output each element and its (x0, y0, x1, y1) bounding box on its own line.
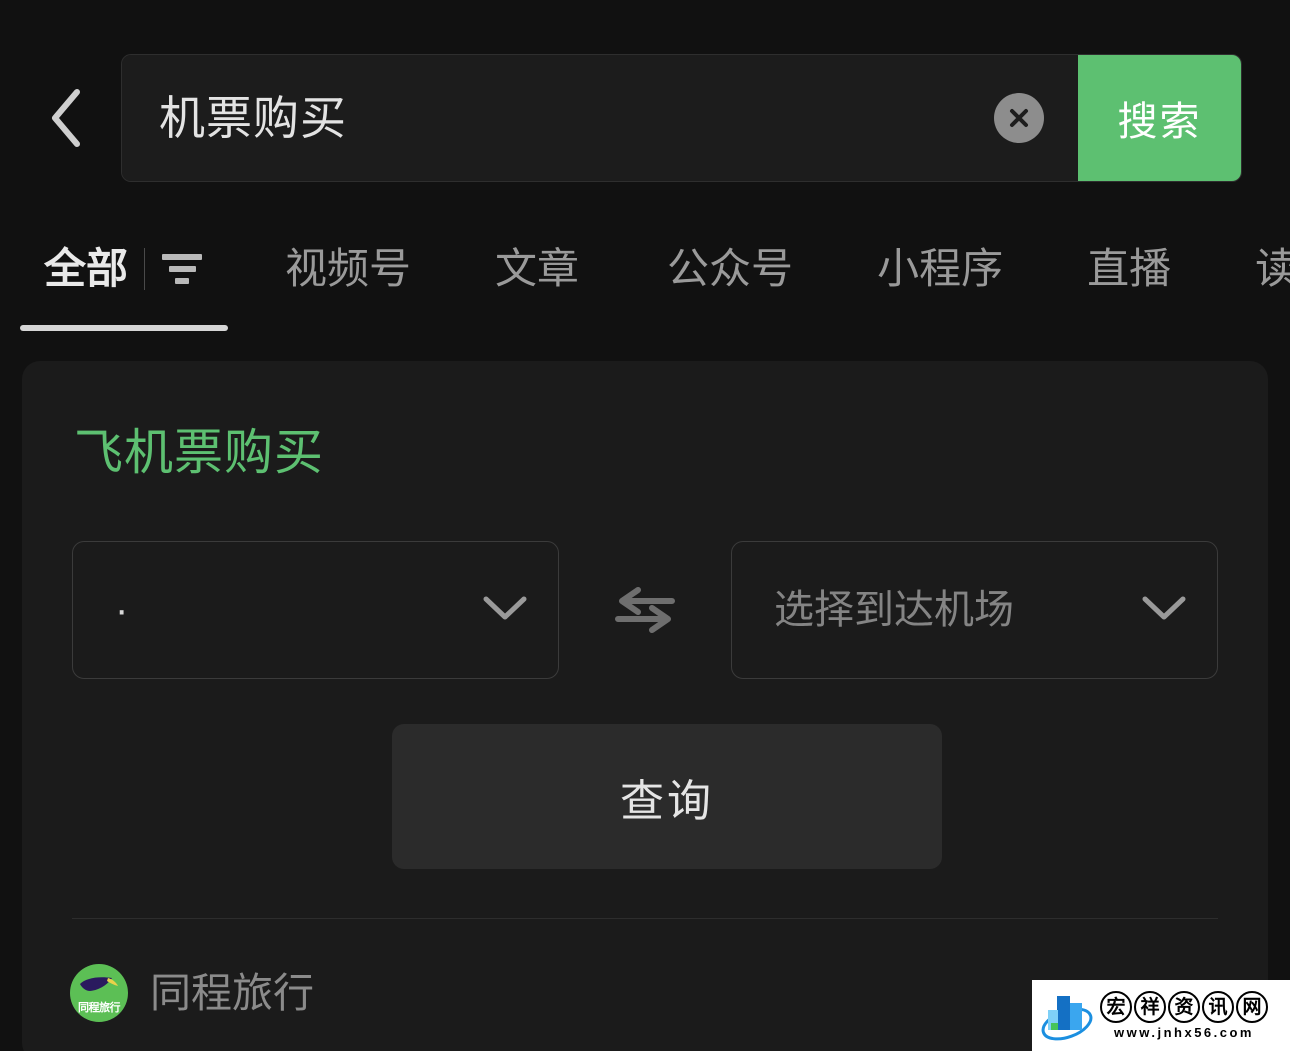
tab-separator (144, 248, 146, 290)
arrival-airport-select[interactable]: 选择到达机场 (731, 541, 1218, 679)
card-title: 飞机票购买 (74, 426, 325, 480)
close-circle-icon[interactable] (994, 93, 1044, 143)
tab-articles-label: 文章 (495, 245, 580, 292)
watermark-char: 资 (1168, 991, 1200, 1023)
watermark-chars: 宏 祥 资 讯 网 (1100, 991, 1268, 1023)
chevron-down-icon (1141, 594, 1187, 627)
results-area: 飞机票购买 · 选择到达机场 查询 同程旅行 同程旅行 (0, 333, 1290, 1051)
brand-name: 同程旅行 (150, 969, 314, 1016)
departure-airport-select[interactable]: · (72, 541, 559, 679)
search-input-value: 机票购买 (159, 92, 347, 144)
query-button[interactable]: 查询 (392, 724, 942, 869)
tab-reading-label: 读 (1255, 245, 1290, 292)
watermark-text: 宏 祥 资 讯 网 www.jnhx56.com (1100, 991, 1268, 1040)
active-tab-indicator (20, 325, 228, 331)
watermark: 宏 祥 资 讯 网 www.jnhx56.com (1032, 980, 1290, 1051)
tab-channels[interactable]: 视频号 (205, 205, 411, 333)
tab-mini-programs[interactable]: 小程序 (793, 205, 1003, 333)
tab-live[interactable]: 直播 (1003, 205, 1171, 333)
tab-all-label: 全部 (44, 245, 129, 292)
tab-reading[interactable]: 读 (1171, 205, 1290, 333)
chevron-down-icon (482, 594, 528, 627)
logo-caption: 同程旅行 (78, 1002, 121, 1014)
search-submit-button[interactable]: 搜索 (1078, 55, 1241, 181)
departure-airport-value: · (115, 588, 129, 632)
tab-articles[interactable]: 文章 (411, 205, 579, 333)
filter-icon[interactable] (159, 254, 205, 284)
category-tabbar: 全部 视频号 文章 公众号 小程序 直播 读 (0, 205, 1290, 333)
brand-footer[interactable]: 同程旅行 同程旅行 (70, 953, 314, 1033)
tab-channels-label: 视频号 (285, 245, 412, 292)
card-divider (72, 918, 1218, 919)
arrival-airport-placeholder: 选择到达机场 (774, 588, 1014, 632)
tab-live-label: 直播 (1087, 245, 1172, 292)
search-field-wrapper[interactable]: 机票购买 搜索 (121, 54, 1242, 182)
search-input[interactable]: 机票购买 (122, 55, 1078, 181)
back-button[interactable] (30, 78, 102, 158)
flight-booking-card: 飞机票购买 · 选择到达机场 查询 同程旅行 同程旅行 (22, 361, 1268, 1051)
watermark-char: 宏 (1100, 991, 1132, 1023)
chevron-left-icon (46, 87, 86, 149)
search-header: 机票购买 搜索 (0, 0, 1290, 205)
watermark-logo-icon (1041, 995, 1093, 1040)
tab-all[interactable]: 全部 (0, 205, 205, 333)
watermark-char: 讯 (1202, 991, 1234, 1023)
route-selector-row: · 选择到达机场 (72, 541, 1218, 679)
watermark-char: 祥 (1134, 991, 1166, 1023)
watermark-url: www.jnhx56.com (1114, 1025, 1254, 1040)
swap-horizontal-icon[interactable] (559, 586, 731, 634)
tabs-row: 全部 视频号 文章 公众号 小程序 直播 读 (0, 205, 1290, 333)
watermark-char: 网 (1236, 991, 1268, 1023)
tab-mini-programs-label: 小程序 (877, 245, 1004, 292)
tongcheng-logo-icon: 同程旅行 (70, 964, 128, 1022)
tab-official-accounts-label: 公众号 (667, 245, 794, 292)
tab-official-accounts[interactable]: 公众号 (579, 205, 793, 333)
